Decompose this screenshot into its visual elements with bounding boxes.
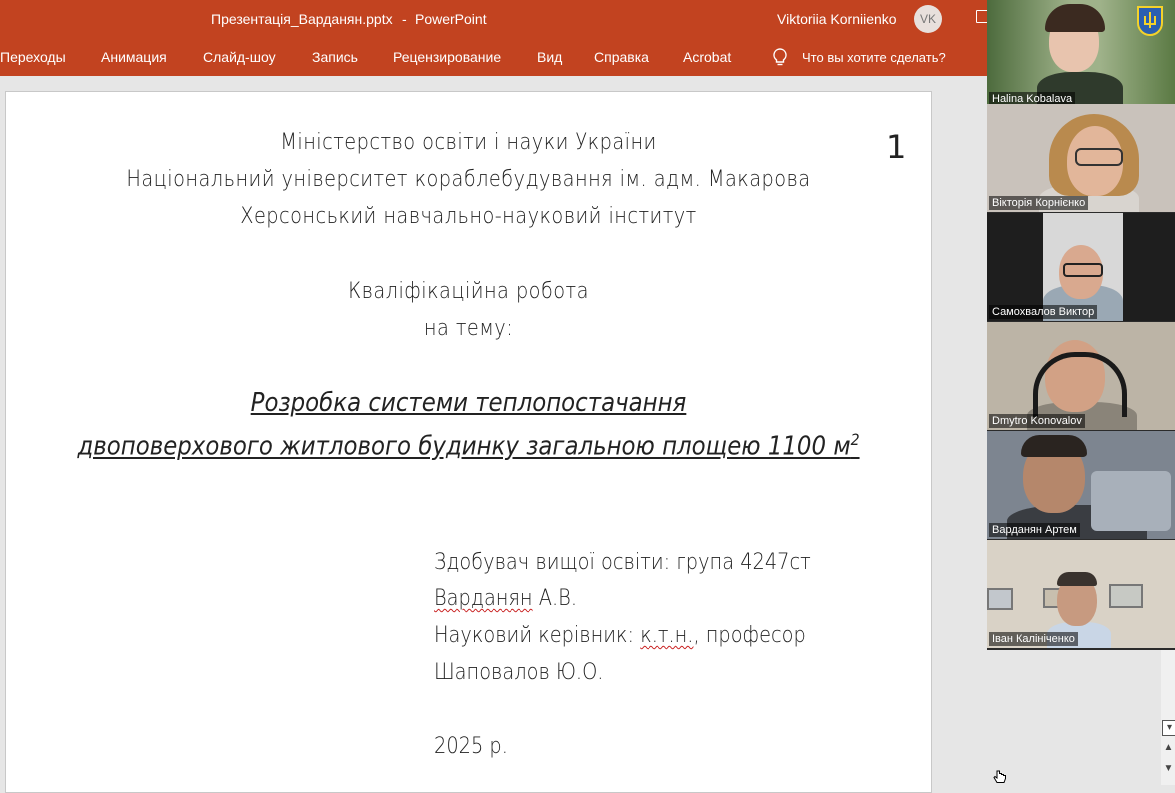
supervisor-prefix: Науковий керівник: [434, 623, 641, 648]
student-surname: Варданян [434, 586, 533, 611]
supervisor-name: Шаповалов Ю.О. [434, 660, 604, 685]
participant-name: Іван Калініченко [989, 632, 1078, 646]
student-name: Варданян А.В. [434, 586, 577, 611]
work-type: Кваліфікаційна робота [348, 279, 589, 304]
slide-canvas[interactable]: 1 Міністерство освіти і науки України На… [5, 91, 932, 793]
tab-transitions[interactable]: Переходы [0, 49, 66, 65]
dropdown-arrow-icon[interactable]: ▾ [1162, 720, 1175, 736]
video-tile[interactable]: Варданян Артем [987, 431, 1175, 539]
hand-cursor-icon [993, 770, 1006, 783]
lightbulb-icon [773, 48, 787, 66]
student-initials: А.В. [538, 586, 577, 611]
user-avatar[interactable]: VK [914, 5, 942, 33]
participant-name: Вікторія Корнієнко [989, 196, 1089, 210]
slide-number: 1 [886, 128, 907, 166]
document-title: Презентація_Варданян.pptx [211, 11, 393, 27]
title-bar: Презентація_Варданян.pptx - PowerPoint V… [0, 0, 989, 38]
tab-review[interactable]: Рецензирование [393, 49, 501, 65]
video-tile[interactable]: Dmytro Konovalov [987, 322, 1175, 430]
supervisor-line: Науковий керівник: к.т.н., професор [434, 623, 806, 648]
topic-superscript: 2 [850, 430, 860, 449]
year: 2025 р. [434, 734, 508, 759]
tell-me-search[interactable]: Что вы хотите сделать? [802, 50, 946, 65]
supervisor-degree: к.т.н. [640, 623, 694, 648]
participant-name: Dmytro Konovalov [989, 414, 1085, 428]
tab-acrobat[interactable]: Acrobat [683, 49, 731, 65]
ribbon-tabs: Переходы Анимация Слайд-шоу Запись Рецен… [0, 38, 987, 76]
tab-slideshow[interactable]: Слайд-шоу [203, 49, 276, 65]
coat-of-arms-icon [1137, 6, 1163, 36]
participant-name: Самохвалов Виктор [989, 305, 1098, 319]
ministry-line: Міністерство освіти і науки України [280, 130, 657, 155]
university-line: Національний університет кораблебудуванн… [126, 167, 811, 192]
user-name[interactable]: Viktoriia Korniienko [777, 11, 897, 27]
video-tile[interactable]: Іван Калініченко [987, 540, 1175, 648]
video-tile[interactable]: Самохвалов Виктор [987, 213, 1175, 321]
on-topic-label: на тему: [423, 316, 514, 341]
student-line: Здобувач вищої освіти: група 4247ст [434, 550, 811, 575]
topic-line-1: Розробка системи теплопостачання [250, 388, 687, 418]
page-down-icon[interactable]: ▼ [1162, 762, 1175, 776]
page-up-icon[interactable]: ▲ [1162, 741, 1175, 755]
participant-name: Варданян Артем [989, 523, 1080, 537]
topic-line-2-text: двоповерхового житлового будинку загальн… [77, 431, 851, 462]
institute-line: Херсонський навчально-науковий інститут [240, 204, 697, 229]
tab-view[interactable]: Вид [537, 49, 562, 65]
app-name: PowerPoint [415, 11, 487, 27]
video-tile[interactable]: Halina Kobalava [987, 0, 1175, 108]
tab-help[interactable]: Справка [594, 49, 649, 65]
topic-line-2: двоповерхового житлового будинку загальн… [62, 430, 876, 462]
tab-animations[interactable]: Анимация [101, 49, 167, 65]
video-gallery: Halina Kobalava Вікторія Корнієнко Самох… [987, 0, 1175, 650]
title-separator: - [402, 11, 407, 27]
video-tile[interactable]: Вікторія Корнієнко [987, 104, 1175, 212]
supervisor-title: , професор [693, 623, 806, 648]
tab-record[interactable]: Запись [312, 49, 358, 65]
